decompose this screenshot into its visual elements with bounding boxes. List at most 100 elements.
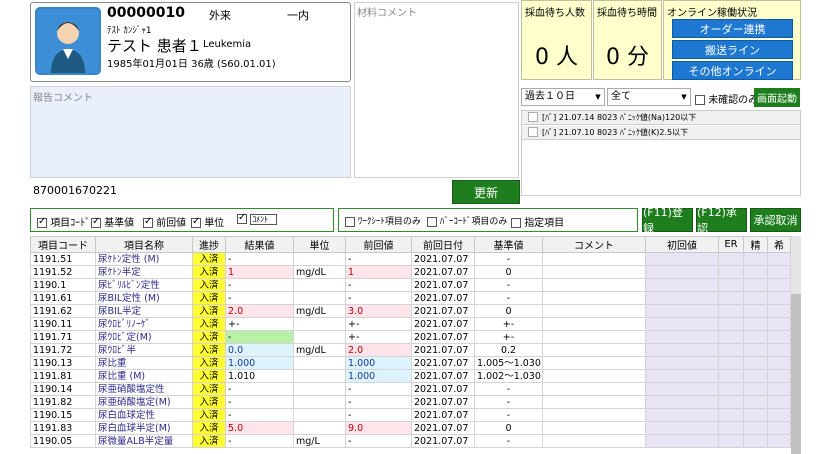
col-header[interactable]: 進捗 [192,236,226,253]
scrollbar-thumb[interactable] [791,294,801,454]
transport-line-button[interactable]: 搬送ライン [672,40,793,59]
col-header[interactable]: 項目コード [30,236,96,253]
cell-result[interactable]: - [225,330,294,344]
register-f11-button[interactable]: (F11)登録 [642,206,693,235]
period-select[interactable]: 過去１０日 ▼ [521,88,605,106]
col-header[interactable]: 前回日付 [411,236,475,253]
cell-result[interactable]: - [225,395,294,409]
col-header[interactable]: 希 [767,236,791,253]
table-row[interactable]: 1191.71 尿ｳﾛﾋﾞ定(M) 入済 - +- 2021.07.07 +- [30,330,791,344]
cell-comment[interactable] [542,356,646,370]
cell-comment[interactable] [542,304,646,318]
filter-worksheet-only[interactable]: ﾜｰｸｼｰﾄ項目のみ [345,214,421,227]
filter-comment[interactable]: ｺﾒﾝﾄ [237,212,278,225]
cell-result[interactable]: 1.010 [225,369,294,383]
filter-unit[interactable]: 単位 [191,214,224,229]
screen-start-button[interactable]: 画面起動 [754,88,800,107]
material-comment-field[interactable]: 材料コメント [354,2,519,178]
col-header[interactable]: 初回値 [645,236,719,253]
table-row[interactable]: 1190.1 尿ﾋﾞﾘﾙﾋﾞﾝ定性 入済 - -2021.07.07- [30,278,791,292]
cell-result[interactable]: +- [225,317,294,331]
table-row[interactable]: 1191.62 尿BIL半定 入済 2.0 mg/dL 3.0 2021.07.07 0 [30,304,791,318]
table-row[interactable]: 1190.11 尿ｳﾛﾋﾞﾘﾉｰｹﾞ 入済 +- +- 2021.07.07 +- [30,317,791,331]
cell-result[interactable]: - [225,291,294,305]
cell-comment[interactable] [542,317,646,331]
cell-comment[interactable] [542,382,646,396]
alert-item[interactable]: [ﾊﾟ] 21.07.14 8023 ﾊﾟﾆｯｸ値(Na)120以下 [522,111,800,125]
report-comment-field[interactable]: 報告コメント [30,86,351,178]
all-select[interactable]: 全て ▼ [607,88,691,106]
col-header[interactable]: 単位 [293,236,346,253]
approve-f12-button[interactable]: (F12)承認 [696,206,747,235]
cell-result[interactable]: - [225,278,294,292]
order-link-button[interactable]: オーダー連携 [672,19,793,38]
col-header[interactable]: ER [718,236,744,253]
filter-specified-items[interactable]: 指定項目 [511,214,564,229]
table-row[interactable]: 1191.51 尿ｹﾄﾝ定性 (M) 入済 - -2021.07.07- [30,252,791,266]
table-row[interactable]: 1190.13 尿比重 入済 1.000 1.000 2021.07.07 1.005～1.… [30,356,791,370]
cell-code: 1191.72 [30,343,96,357]
table-row[interactable]: 1191.72 尿ｳﾛﾋﾞ半 入済 0.0 mg/dL 2.0 2021.07.07 0.2 [30,343,791,357]
cell-progress: 入済 [192,265,226,279]
col-header[interactable]: 項目名称 [95,236,193,253]
table-scrollbar[interactable] [791,236,801,454]
cell-unit [293,421,346,435]
cell-comment[interactable] [542,395,646,409]
cell-name: 尿BIL定性 (M) [95,291,193,305]
cell-progress: 入済 [192,369,226,383]
table-row[interactable]: 1191.81 尿比重 (M) 入済 1.010 1.000 2021.07.07 1.00… [30,369,791,383]
cell-code: 1191.81 [30,369,96,383]
table-row[interactable]: 1190.15 尿白血球定性 入済 - -2021.07.07- [30,408,791,422]
waiting-time-box: 採血待ち時間 0 分 [593,0,662,80]
cell-comment[interactable] [542,421,646,435]
cell-comment[interactable] [542,408,646,422]
cell-reference: +- [474,317,543,331]
cell-comment[interactable] [542,291,646,305]
table-row[interactable]: 1190.14 尿亜硝酸塩定性 入済 - -2021.07.07- [30,382,791,396]
table-row[interactable]: 1191.61 尿BIL定性 (M) 入済 - -2021.07.07- [30,291,791,305]
cell-comment[interactable] [542,343,646,357]
cell-result[interactable]: 1.000 [225,356,294,370]
cell-result[interactable]: 0.0 [225,343,294,357]
cell-prev-date: 2021.07.07 [411,265,475,279]
cell-result[interactable]: - [225,382,294,396]
table-row[interactable]: 1191.83 尿白血球半定(M) 入済 5.0 9.0 2021.07.07 0 [30,421,791,435]
filter-barcode-only[interactable]: ﾊﾞｰｺｰﾄﾞ項目のみ [427,214,507,227]
table-row[interactable]: 1190.05 尿微量ALB半定量 入済 - mg/L -2021.07.07- [30,434,791,448]
filter-item-code[interactable]: 項目ｺｰﾄﾞ [37,214,90,229]
filter-reference[interactable]: 基準値 [91,214,134,229]
cell-initial [645,278,719,292]
cell-result[interactable]: - [225,408,294,422]
cell-result[interactable]: 2.0 [225,304,294,318]
filter-previous[interactable]: 前回値 [143,214,186,229]
cell-comment[interactable] [542,265,646,279]
col-header[interactable]: 精 [743,236,768,253]
col-header[interactable]: 前回値 [345,236,412,253]
cell-result[interactable]: - [225,434,294,448]
cell-code: 1191.83 [30,421,96,435]
table-row[interactable]: 1191.82 尿亜硝酸塩定(M) 入済 - -2021.07.07- [30,395,791,409]
col-header[interactable]: 結果値 [225,236,294,253]
checkbox-icon[interactable] [528,127,538,137]
col-header[interactable]: コメント [542,236,646,253]
col-header[interactable]: 基準値 [474,236,543,253]
cell-result[interactable]: 5.0 [225,421,294,435]
cancel-approval-button[interactable]: 承認取消 [750,208,801,232]
unconfirmed-only-checkbox[interactable]: 未確認のみ [695,91,758,106]
checkbox-icon[interactable] [528,112,538,122]
cell-er [718,395,744,409]
update-button[interactable]: 更新 [452,180,520,204]
other-online-button[interactable]: その他オンライン [672,61,793,80]
cell-comment[interactable] [542,278,646,292]
cell-result[interactable]: 1 [225,265,294,279]
alert-item[interactable]: [ﾊﾟ] 21.07.10 8023 ﾊﾟﾆｯｸ値(K)2.5以下 [522,126,800,140]
cell-comment[interactable] [542,369,646,383]
cell-comment[interactable] [542,330,646,344]
cell-previous: - [345,291,412,305]
table-row[interactable]: 1191.52 尿ｹﾄﾝ半定 入済 1 mg/dL 1 2021.07.07 0 [30,265,791,279]
cell-progress: 入済 [192,408,226,422]
cell-comment[interactable] [542,434,646,448]
waiting-time-label: 採血待ち時間 [597,8,657,19]
cell-result[interactable]: - [225,252,294,266]
cell-comment[interactable] [542,252,646,266]
